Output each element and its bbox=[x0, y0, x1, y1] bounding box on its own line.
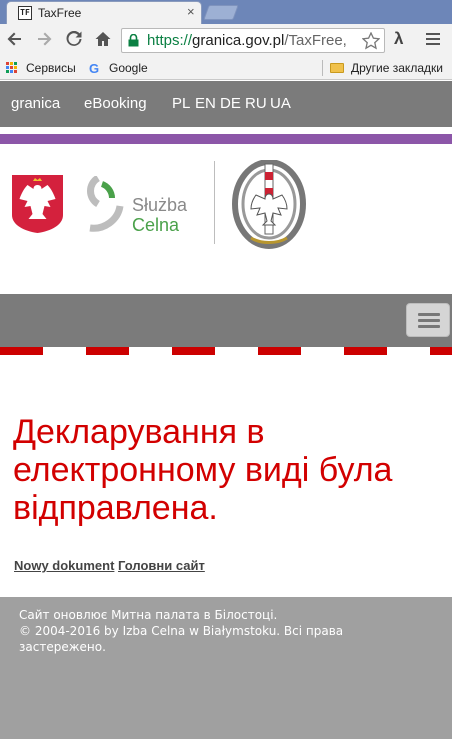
celna-word: Celna bbox=[132, 215, 180, 235]
browser-toolbar: https://granica.gov.pl/TaxFree, λ bbox=[0, 24, 452, 56]
main-site-link[interactable]: Головни сайт bbox=[118, 558, 205, 573]
bookmark-google[interactable]: Google bbox=[109, 61, 148, 75]
purple-accent-bar bbox=[0, 134, 452, 144]
lang-ru[interactable]: RU bbox=[245, 95, 267, 112]
reload-icon[interactable] bbox=[66, 31, 82, 47]
nav-link-ebooking[interactable]: eBooking bbox=[84, 95, 147, 112]
home-icon[interactable] bbox=[95, 31, 111, 47]
lang-ua[interactable]: UA bbox=[270, 95, 291, 112]
apps-grid-icon[interactable] bbox=[6, 62, 19, 75]
footer-copyright: © 2004-2016 by Izba Celna w Białymstoku.… bbox=[19, 624, 344, 654]
browser-tab-strip: TF TaxFree × bbox=[0, 0, 452, 24]
bookmark-separator bbox=[322, 60, 323, 76]
browser-tab[interactable]: TF TaxFree × bbox=[6, 1, 202, 24]
folder-icon bbox=[330, 63, 344, 73]
extension-lambda-button[interactable]: λ bbox=[394, 29, 403, 49]
bookmarks-bar: Сервисы G Google Другие закладки bbox=[0, 56, 452, 80]
bookmark-services[interactable]: Сервисы bbox=[26, 61, 76, 75]
site-navbar: granica eBooking PL EN DE RU UA bbox=[0, 81, 452, 127]
mobile-menu-button[interactable] bbox=[406, 303, 450, 337]
sluzba-celna-mark-icon bbox=[87, 176, 124, 232]
logo-header: Służba Celna bbox=[0, 144, 452, 294]
bookmark-star-icon[interactable] bbox=[362, 32, 380, 50]
footer-updated-by: Сайт оновлює Митна палата в Білостоці. bbox=[19, 608, 278, 622]
sluzba-word: Służba bbox=[132, 195, 188, 215]
favicon-icon: TF bbox=[18, 6, 32, 20]
tab-close-icon[interactable]: × bbox=[187, 4, 195, 19]
new-tab-button[interactable] bbox=[203, 5, 239, 20]
sluzba-celna-logo-text: Służba Celna bbox=[132, 195, 187, 235]
forward-arrow-icon[interactable] bbox=[36, 31, 52, 47]
border-stripe bbox=[0, 347, 452, 355]
border-guard-emblem-icon bbox=[232, 160, 306, 249]
bookmark-other[interactable]: Другие закладки bbox=[351, 61, 443, 75]
url-text: https://granica.gov.pl/TaxFree, bbox=[147, 32, 347, 49]
action-links: Nowy dokument Головни сайт bbox=[14, 558, 205, 573]
back-arrow-icon[interactable] bbox=[7, 31, 23, 47]
address-bar[interactable]: https://granica.gov.pl/TaxFree, bbox=[121, 28, 385, 53]
site-footer: Сайт оновлює Митна палата в Білостоці. ©… bbox=[0, 597, 452, 739]
lang-de[interactable]: DE bbox=[220, 95, 241, 112]
logo-divider bbox=[214, 161, 215, 244]
tab-title: TaxFree bbox=[38, 6, 82, 20]
mobile-menu-bar bbox=[0, 294, 452, 347]
google-icon: G bbox=[89, 61, 100, 76]
lang-pl[interactable]: PL bbox=[172, 95, 190, 112]
new-document-link[interactable]: Nowy dokument bbox=[14, 558, 114, 573]
success-message: Декларування в електронному виді була ві… bbox=[13, 413, 393, 527]
lang-en[interactable]: EN bbox=[195, 95, 216, 112]
menu-icon[interactable] bbox=[426, 33, 440, 45]
polish-eagle-emblem-icon bbox=[12, 175, 63, 233]
nav-link-granica[interactable]: granica bbox=[11, 95, 60, 112]
lock-icon bbox=[128, 34, 139, 47]
